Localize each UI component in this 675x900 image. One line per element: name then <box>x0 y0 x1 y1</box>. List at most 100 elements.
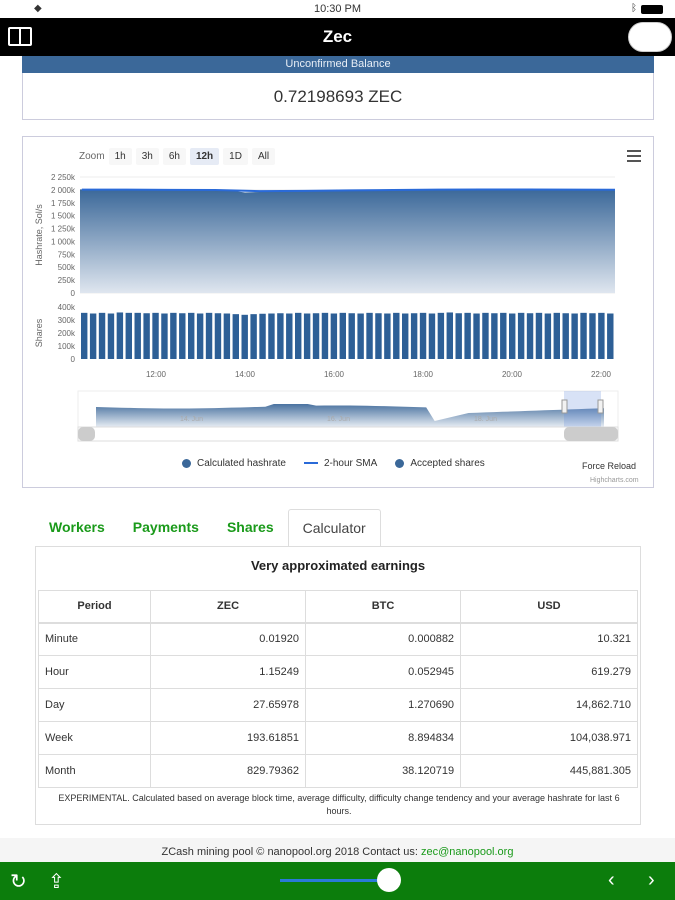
zoom-slider[interactable] <box>280 879 388 882</box>
share-bar <box>188 312 195 359</box>
y-tick-label: 100k <box>58 342 76 351</box>
share-bar <box>500 312 507 359</box>
table-cell: 10.321 <box>460 622 638 656</box>
table-cell: 14,862.710 <box>460 688 638 722</box>
share-bar <box>517 312 525 359</box>
reload-icon[interactable]: ↻ <box>10 869 27 894</box>
table-cell: 0.000882 <box>305 622 462 656</box>
share-bar <box>393 312 400 359</box>
navigator-tick: 14. Jun <box>180 416 203 423</box>
share-bar <box>571 313 578 359</box>
x-tick-label: 22:00 <box>591 370 612 379</box>
book-icon[interactable] <box>8 27 32 46</box>
share-bar <box>89 313 97 359</box>
highcharts-credit[interactable]: Highcharts.com <box>590 477 639 484</box>
share-bar <box>161 313 168 359</box>
y-tick-label: 1 750k <box>51 199 76 208</box>
column-header: BTC <box>305 590 462 624</box>
table-cell: 0.01920 <box>149 622 307 656</box>
table-row: Hour 1.15249 0.052945 619.279 <box>38 655 638 689</box>
tab-payments[interactable]: Payments <box>119 509 213 547</box>
earnings-table: Period ZEC BTC USD Minute 0.01920 0.000882… <box>38 590 638 788</box>
forward-icon[interactable]: › <box>648 869 655 892</box>
y-axis-title: Shares <box>34 318 44 347</box>
page-title: Zec <box>322 27 353 46</box>
share-bar <box>598 312 605 359</box>
legend-accepted-shares[interactable]: Accepted shares <box>395 458 485 469</box>
calculator-panel: Very approximated earnings Period ZEC BT… <box>35 546 641 825</box>
share-bar <box>303 313 311 359</box>
share-bar <box>607 313 614 359</box>
y-tick-label: 0 <box>71 355 76 364</box>
share-bar <box>259 313 266 359</box>
share-bar <box>223 313 231 359</box>
legend-2hour-sma[interactable]: 2-hour SMA <box>303 458 377 469</box>
table-cell: 619.279 <box>460 655 638 689</box>
table-cell: 1.270690 <box>305 688 462 722</box>
table-row: Month 829.79362 38.120719 445,881.305 <box>38 754 638 788</box>
share-bar <box>330 313 338 359</box>
tab-calculator[interactable]: Calculator <box>287 509 381 547</box>
hashrate-area <box>80 189 615 293</box>
tab-workers[interactable]: Workers <box>35 509 119 547</box>
toggle-switch[interactable] <box>628 22 672 52</box>
table-cell: 8.894834 <box>305 721 462 755</box>
share-bar <box>250 314 257 359</box>
table-row: Week 193.61851 8.894834 104,038.971 <box>38 721 638 755</box>
share-bar <box>410 313 418 359</box>
share-bar <box>205 312 213 359</box>
y-tick-label: 250k <box>58 276 76 285</box>
scrollbar-thumb <box>564 427 618 441</box>
y-tick-label: 300k <box>58 316 76 325</box>
share-icon[interactable]: ⇪ <box>48 869 65 894</box>
share-bar <box>152 312 159 359</box>
y-tick-label: 750k <box>58 250 76 259</box>
share-bar <box>277 313 284 359</box>
x-tick-label: 20:00 <box>502 370 523 379</box>
share-bar <box>348 313 355 359</box>
share-bar <box>491 313 498 359</box>
page-footer: ZCash mining pool © nanopool.org 2018 Co… <box>0 838 675 862</box>
zoom-slider-knob[interactable] <box>377 868 401 892</box>
share-bar <box>455 313 462 359</box>
y-axis-title: Hashrate, Sol/s <box>34 204 44 266</box>
share-bar <box>553 312 560 359</box>
table-cell: 27.65978 <box>149 688 307 722</box>
force-reload-link[interactable]: Force Reload <box>582 461 636 471</box>
share-bar <box>268 313 275 359</box>
share-bar <box>446 312 453 359</box>
share-bar <box>134 312 141 359</box>
y-tick-label: 1 500k <box>51 212 76 221</box>
y-tick-label: 1 000k <box>51 237 76 246</box>
column-header: USD <box>460 590 638 624</box>
share-bar <box>312 313 320 359</box>
table-cell: Minute <box>38 622 151 656</box>
table-row: Day 27.65978 1.270690 14,862.710 <box>38 688 638 722</box>
share-bar <box>107 313 115 359</box>
y-tick-label: 0 <box>71 289 76 298</box>
share-bar <box>464 312 471 359</box>
share-bar <box>580 312 587 359</box>
calculator-note: EXPERIMENTAL. Calculated based on averag… <box>58 793 620 816</box>
table-cell: 38.120719 <box>305 754 462 788</box>
share-bar <box>357 313 364 359</box>
nav-bar: Zec <box>0 18 675 56</box>
share-bar <box>98 312 106 359</box>
share-bar <box>535 312 543 359</box>
scrollbar-left-arrow <box>78 427 95 441</box>
tab-shares[interactable]: Shares <box>213 509 288 547</box>
x-tick-label: 16:00 <box>324 370 345 379</box>
x-tick-label: 12:00 <box>146 370 167 379</box>
calculator-title: Very approximated earnings <box>250 558 426 573</box>
table-cell: 445,881.305 <box>460 754 638 788</box>
chart-svg: 0 250k 500k 750k 1 000k 1 250k 1 500k 1 750k 2 0… <box>34 173 619 442</box>
contact-email-link[interactable]: zec@nanopool.org <box>421 846 514 858</box>
share-bar <box>482 312 489 359</box>
back-icon[interactable]: ‹ <box>608 869 615 892</box>
share-bar <box>419 312 427 359</box>
y-tick-label: 1 250k <box>51 225 76 234</box>
share-bar <box>286 313 293 359</box>
navigator-tick: 16. Jun <box>327 416 350 423</box>
share-bar <box>562 313 569 359</box>
legend-calculated-hashrate[interactable]: Calculated hashrate <box>182 458 286 469</box>
